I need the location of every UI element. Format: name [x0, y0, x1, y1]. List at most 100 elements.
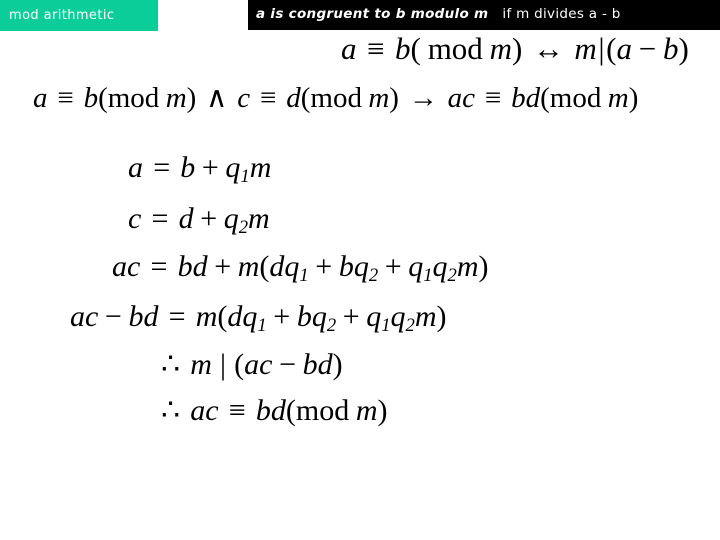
eq4-subscript-2: 2	[238, 217, 249, 239]
eq2-var-c: c	[237, 82, 251, 114]
eq5-var-q-2: q	[353, 250, 369, 283]
eq6-term-ac: ac	[70, 300, 99, 333]
eq6-var-q-1: q	[242, 300, 258, 333]
eq1-var-m2: m	[574, 31, 597, 66]
eq2-equiv-sign-2: ≡	[260, 82, 277, 114]
eq6-left-paren: (	[217, 300, 228, 333]
eq7-term-ac: ac	[244, 348, 273, 381]
eq2-var-m-1: m	[165, 82, 187, 114]
equation-definition-congruence: a ≡ b(mod m) ↔ m|(a − b)	[341, 33, 689, 64]
eq4-var-q: q	[223, 202, 239, 235]
eq4-var-c: c	[128, 202, 142, 235]
eq2-left-paren-3: (	[540, 82, 550, 114]
eq2-var-m-2: m	[368, 82, 390, 114]
eq3-plus-sign: +	[201, 151, 219, 184]
eq1-mod-keyword: mod	[427, 31, 483, 66]
eq2-var-m-3: m	[607, 82, 629, 114]
eq6-plus-sign-3: +	[342, 300, 360, 333]
eq5-var-q-4: q	[432, 250, 448, 283]
eq5-term-bd: bd	[177, 250, 208, 283]
eq7-divides-bar: |	[220, 348, 227, 381]
eq7-therefore-symbol: ∴	[161, 348, 181, 381]
eq2-var-a: a	[33, 82, 48, 114]
eq5-var-d: d	[269, 250, 285, 283]
eq3-var-q: q	[225, 151, 241, 184]
eq7-term-bd: bd	[302, 348, 333, 381]
eq6-plus-sign-2: +	[273, 300, 291, 333]
equation-ac-minus-bd-factored: ac − bd = m(dq1 + bq2 + q1q2m)	[70, 300, 447, 336]
eq6-var-m-2: m	[414, 300, 437, 333]
definition-banner: a is congruent to b modulo m if m divide…	[248, 0, 720, 30]
eq6-equals-sign: =	[168, 300, 186, 333]
equation-therefore-ac-congruent-bd: ∴ ac ≡ bd(mod m)	[161, 396, 388, 426]
slide-title-banner: mod arithmetic	[0, 0, 158, 31]
eq6-term-bd: bd	[128, 300, 159, 333]
slide-canvas: mod arithmetic a is congruent to b modul…	[0, 0, 720, 540]
eq5-plus-sign-2: +	[315, 250, 333, 283]
eq8-var-m: m	[355, 394, 378, 427]
eq6-var-m: m	[195, 300, 218, 333]
eq5-left-paren: (	[259, 250, 270, 283]
slide-title-text: mod arithmetic	[9, 8, 115, 23]
eq5-var-b: b	[338, 250, 354, 283]
eq2-mod-keyword-3: mod	[549, 82, 602, 114]
eq2-term-bd: bd	[511, 82, 541, 114]
eq8-equiv-sign: ≡	[228, 394, 246, 427]
eq7-minus-sign: −	[279, 348, 296, 381]
eq1-var-m: m	[489, 31, 513, 66]
eq6-var-d: d	[227, 300, 243, 333]
eq5-subscript-1: 1	[299, 265, 309, 287]
equation-therefore-m-divides: ∴ m | (ac − bd)	[161, 350, 343, 380]
eq6-right-paren: )	[436, 300, 447, 333]
eq7-left-paren: (	[234, 348, 245, 381]
eq6-var-b: b	[296, 300, 312, 333]
eq7-var-m: m	[190, 348, 212, 381]
eq2-right-paren-2: )	[389, 82, 399, 114]
eq8-term-bd: bd	[255, 394, 286, 427]
eq2-var-d: d	[286, 82, 301, 114]
eq5-subscript-2: 2	[368, 265, 379, 287]
eq6-subscript-3: 1	[381, 315, 391, 337]
eq6-subscript-4: 2	[405, 315, 415, 337]
equation-a-equals-b-plus-q1m: a = b + q1m	[128, 151, 271, 187]
eq5-plus-sign-1: +	[214, 250, 232, 283]
eq4-var-d: d	[178, 202, 194, 235]
eq3-var-b: b	[180, 151, 196, 184]
eq1-left-paren-2: (	[606, 31, 617, 66]
eq1-minus-sign: −	[638, 31, 657, 66]
eq8-mod-keyword: mod	[295, 394, 350, 427]
eq2-equiv-sign-1: ≡	[57, 82, 74, 114]
eq2-left-paren-2: (	[300, 82, 311, 114]
eq2-term-ac: ac	[447, 82, 476, 114]
eq1-var-a2: a	[616, 31, 632, 66]
eq4-equals-sign: =	[151, 202, 169, 235]
eq2-left-paren-1: (	[98, 82, 108, 114]
eq6-subscript-1: 1	[257, 315, 267, 337]
eq8-therefore-symbol: ∴	[161, 394, 181, 427]
eq2-right-paren-1: )	[186, 82, 197, 114]
eq4-plus-sign: +	[200, 202, 218, 235]
eq1-right-paren-2: )	[678, 31, 689, 66]
eq5-plus-sign-3: +	[384, 250, 402, 283]
eq1-left-paren: (	[410, 31, 421, 66]
eq1-iff-arrow: ↔	[532, 31, 564, 66]
eq2-mod-keyword-1: mod	[107, 82, 160, 114]
eq1-var-b2: b	[663, 31, 679, 66]
eq2-equiv-sign-3: ≡	[484, 82, 502, 114]
equation-ac-expansion: ac = bd + m(dq1 + bq2 + q1q2m)	[112, 250, 488, 286]
eq5-var-m: m	[237, 250, 260, 283]
definition-emphasis-text: a is congruent to b modulo m	[256, 6, 489, 23]
eq8-term-ac: ac	[190, 394, 219, 427]
eq5-equals-sign: =	[150, 250, 168, 283]
eq8-left-paren: (	[285, 394, 296, 427]
definition-plain-text: if m divides a - b	[502, 6, 621, 23]
eq5-subscript-3: 1	[423, 265, 433, 287]
eq2-implies-arrow: →	[408, 82, 438, 114]
eq2-var-b: b	[83, 82, 99, 114]
eq5-var-q-1: q	[284, 250, 300, 283]
equation-c-equals-d-plus-q2m: c = d + q2m	[128, 202, 270, 238]
eq3-equals-sign: =	[153, 151, 171, 184]
eq2-right-paren-3: )	[628, 82, 639, 114]
eq6-var-q-2: q	[311, 300, 327, 333]
equation-product-congruence-theorem: a ≡ b(mod m) ∧ c ≡ d(mod m) → ac ≡ bd(mod m)	[33, 84, 638, 113]
